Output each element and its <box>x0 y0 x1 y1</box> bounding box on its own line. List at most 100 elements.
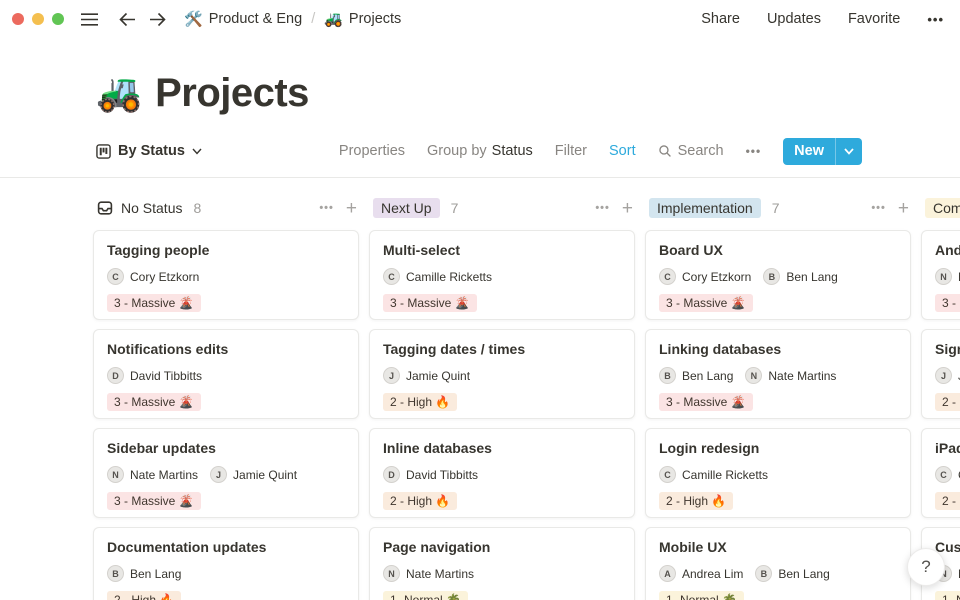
search-button[interactable]: Search <box>658 143 724 159</box>
board-card[interactable]: Inline databasesDDavid Tibbitts2 - High … <box>369 428 635 518</box>
board-card[interactable]: Page navigationNNate Martins1- Normal 🌴 <box>369 527 635 600</box>
avatar: A <box>659 565 676 582</box>
view-more-icon[interactable]: ••• <box>746 144 762 158</box>
board-card[interactable]: Notifications editsDDavid Tibbitts3 - Ma… <box>93 329 359 419</box>
assignee: CCory Etzkorn <box>659 268 751 285</box>
board-card[interactable]: Tagging dates / timesJJamie Quint2 - Hig… <box>369 329 635 419</box>
breadcrumb-separator: / <box>311 11 315 27</box>
column-more-button[interactable]: ••• <box>595 202 610 214</box>
column-more-button[interactable]: ••• <box>319 202 334 214</box>
no-status-icon <box>97 200 113 216</box>
assignee-name: Camille Ricketts <box>406 270 492 284</box>
card-title: Login redesign <box>659 440 897 456</box>
priority-row: 3 - Massive 🌋 <box>659 294 897 312</box>
card-assignees: CCamille Ricketts <box>935 466 960 483</box>
minimize-window-button[interactable] <box>32 13 44 25</box>
card-assignees: NNate Martins <box>935 268 960 285</box>
priority-tag: 2 - High 🔥 <box>659 492 733 510</box>
sort-button[interactable]: Sort <box>609 143 636 159</box>
board-column: No Status8•••+Tagging peopleCCory Etzkor… <box>93 197 359 600</box>
priority-tag: 1- Normal 🌴 <box>935 591 960 600</box>
share-button[interactable]: Share <box>701 11 740 27</box>
priority-tag: 2 - High 🔥 <box>107 591 181 600</box>
assignee: BBen Lang <box>659 367 733 384</box>
card-title: Documentation updates <box>107 539 345 555</box>
view-switcher[interactable]: By Status <box>96 143 202 159</box>
tractor-icon: 🚜 <box>324 10 343 28</box>
card-title: Linking databases <box>659 341 897 357</box>
column-actions: ••• + <box>595 199 633 218</box>
board-card[interactable]: Linking databasesBBen LangNNate Martins3… <box>645 329 911 419</box>
breadcrumb-item-workspace[interactable]: 🛠️ Product & Eng <box>184 10 302 28</box>
page-title: Projects <box>155 71 309 116</box>
board-card[interactable]: Multi-selectCCamille Ricketts3 - Massive… <box>369 230 635 320</box>
zoom-window-button[interactable] <box>52 13 64 25</box>
assignee: AAndrea Lim <box>659 565 743 582</box>
card-title: Multi-select <box>383 242 621 258</box>
breadcrumb-item-page[interactable]: 🚜 Projects <box>324 10 401 28</box>
avatar: J <box>210 466 227 483</box>
column-add-button[interactable]: + <box>622 199 633 218</box>
board-card[interactable]: Documentation updatesBBen Lang2 - High 🔥 <box>93 527 359 600</box>
new-dropdown-button[interactable] <box>836 148 862 155</box>
board-card[interactable]: Android appNNate Martins3 - Massive 🌋 <box>921 230 960 320</box>
forward-icon[interactable] <box>146 8 168 30</box>
priority-row: 3 - Massive 🌋 <box>107 492 345 510</box>
filter-button[interactable]: Filter <box>555 143 587 159</box>
updates-button[interactable]: Updates <box>767 11 821 27</box>
chevron-down-icon <box>844 148 854 155</box>
column-add-button[interactable]: + <box>346 199 357 218</box>
breadcrumb-label: Product & Eng <box>209 11 303 27</box>
close-window-button[interactable] <box>12 13 24 25</box>
board-card[interactable]: Board UXCCory EtzkornBBen Lang3 - Massiv… <box>645 230 911 320</box>
assignee-name: Jamie Quint <box>233 468 297 482</box>
assignee: BBen Lang <box>755 565 829 582</box>
assignee-name: Camille Ricketts <box>682 468 768 482</box>
column-more-button[interactable]: ••• <box>871 202 886 214</box>
help-button[interactable]: ? <box>907 548 945 586</box>
card-title: Android app <box>935 242 960 258</box>
priority-tag: 1- Normal 🌴 <box>659 591 744 600</box>
board-card[interactable]: iPad appCCamille Ricketts2 - High 🔥 <box>921 428 960 518</box>
avatar: C <box>659 466 676 483</box>
assignee: JJamie Quint <box>383 367 470 384</box>
board-card[interactable]: Tagging peopleCCory Etzkorn3 - Massive 🌋 <box>93 230 359 320</box>
topbar-actions: Share Updates Favorite ••• <box>701 11 944 27</box>
back-icon[interactable] <box>116 8 138 30</box>
column-actions: ••• + <box>871 199 909 218</box>
favorite-button[interactable]: Favorite <box>848 11 900 27</box>
board-card[interactable]: Login redesign C Camille Ricketts 2 - High … <box>645 428 911 518</box>
card-title: Page navigation <box>383 539 621 555</box>
assignee-name: Ben Lang <box>778 567 829 581</box>
assignee: NNate Martins <box>935 268 960 285</box>
sidebar-toggle-icon[interactable] <box>78 8 100 30</box>
priority-row: 2 - High 🔥 <box>935 393 960 411</box>
priority-row: 3 - Massive 🌋 <box>383 294 621 312</box>
board-card[interactable]: Sign in flowJJamie Quint2 - High 🔥 <box>921 329 960 419</box>
board-column: Implementation7•••+Board UXCCory Etzkorn… <box>645 197 911 600</box>
new-button[interactable]: New <box>783 138 862 165</box>
board-card[interactable]: Sidebar updatesNNate MartinsJJamie Quint… <box>93 428 359 518</box>
assignee-name: Nate Martins <box>130 468 198 482</box>
board-card[interactable]: Mobile UXAAndrea LimBBen Lang1- Normal 🌴 <box>645 527 911 600</box>
assignee: NNate Martins <box>745 367 836 384</box>
group-by-label: Group by <box>427 143 487 159</box>
group-by-button[interactable]: Group by Status <box>427 143 533 159</box>
column-count: 7 <box>772 200 780 216</box>
card-assignees: CCory EtzkornBBen Lang <box>659 268 897 285</box>
breadcrumb: 🛠️ Product & Eng / 🚜 Projects <box>184 10 401 28</box>
properties-button[interactable]: Properties <box>339 143 405 159</box>
assignee-name: Cory Etzkorn <box>130 270 199 284</box>
assignee: C Camille Ricketts <box>659 466 768 483</box>
tractor-icon[interactable]: 🚜 <box>96 72 142 115</box>
view-name: By Status <box>118 143 185 159</box>
avatar: B <box>107 565 124 582</box>
assignee-name: Nate Martins <box>406 567 474 581</box>
priority-tag: 1- Normal 🌴 <box>383 591 468 600</box>
column-add-button[interactable]: + <box>898 199 909 218</box>
assignee: CCory Etzkorn <box>107 268 199 285</box>
priority-tag: 3 - Massive 🌋 <box>107 393 201 411</box>
avatar: N <box>935 268 952 285</box>
more-menu-icon[interactable]: ••• <box>927 12 944 27</box>
search-label: Search <box>678 143 724 159</box>
